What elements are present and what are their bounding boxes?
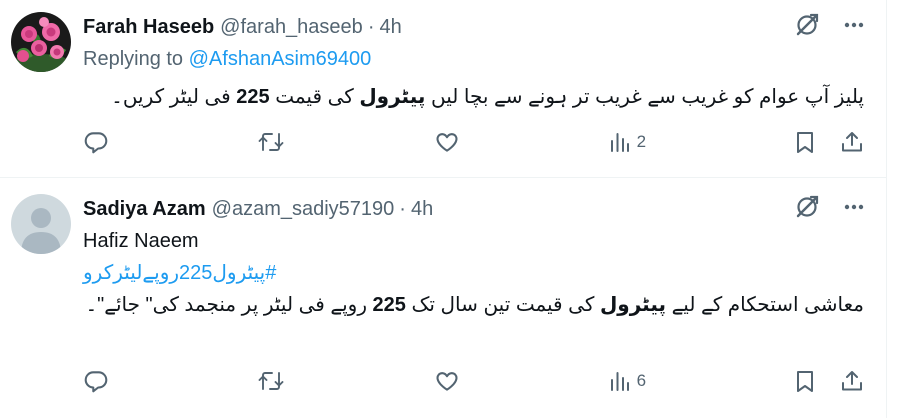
- reply-icon: [84, 371, 108, 393]
- views-count: 6: [636, 371, 647, 390]
- like-icon: [436, 372, 458, 391]
- views-icon: [610, 133, 629, 152]
- avatar[interactable]: [11, 12, 71, 72]
- user-handle[interactable]: @farah_haseeb: [220, 16, 363, 39]
- roses-avatar-icon: [11, 12, 71, 72]
- more-icon[interactable]: [842, 13, 866, 37]
- replying-to: Replying to @AfshanAsim69400: [83, 48, 371, 71]
- share-icon: [841, 132, 862, 152]
- separator-dot: ·: [399, 197, 406, 220]
- bold-keyword: پیٹرول: [599, 294, 667, 316]
- column-divider: [886, 0, 887, 418]
- separator-dot: ·: [367, 15, 375, 38]
- reply-button[interactable]: [83, 368, 109, 394]
- retweet-icon: [258, 372, 284, 390]
- bold-keyword: پیٹرول: [359, 86, 426, 108]
- display-name[interactable]: Farah Haseeb: [83, 16, 214, 39]
- share-button[interactable]: [840, 129, 864, 155]
- tweet-text-line: Hafiz Naeem: [83, 230, 199, 252]
- tweet-header: Sadiya Azam @azam_sadiy57190 · 4h: [83, 194, 866, 222]
- bold-number: 225: [372, 294, 406, 316]
- reply-icon: [84, 132, 108, 154]
- bookmark-button[interactable]: [794, 129, 816, 155]
- tweet-text: معاشی استحکام کے لیے پیٹرول کی قیمت تین …: [83, 288, 864, 322]
- share-icon: [841, 371, 862, 391]
- text-segment: کی قیمت: [269, 86, 360, 108]
- like-button[interactable]: [433, 368, 461, 394]
- avatar[interactable]: [11, 194, 71, 254]
- tweet-reply[interactable]: Farah Haseeb @farah_haseeb · 4h Replying…: [0, 0, 886, 178]
- action-bar: 2: [83, 127, 864, 157]
- retweet-icon: [258, 133, 284, 151]
- like-button[interactable]: [433, 129, 461, 155]
- text-segment: معاشی استحکام کے لیے: [666, 294, 864, 316]
- retweet-button[interactable]: [257, 129, 285, 155]
- default-avatar-icon: [11, 194, 71, 254]
- retweet-button[interactable]: [257, 368, 285, 394]
- like-icon: [436, 133, 458, 152]
- views-count: 2: [636, 132, 647, 151]
- action-bar: 6: [83, 366, 864, 396]
- tweet-text: پلیز آپ عوام کو غریب سے غریب تر ہونے سے …: [83, 80, 864, 114]
- replying-prefix: Replying to: [83, 48, 184, 70]
- tweet-reply[interactable]: Sadiya Azam @azam_sadiy57190 · 4h Hafiz …: [0, 178, 886, 418]
- reply-button[interactable]: [83, 129, 109, 155]
- share-button[interactable]: [840, 368, 864, 394]
- grok-strike-icon[interactable]: [794, 194, 820, 220]
- hashtag-link[interactable]: #پیٹرول225روپےلیٹرکرو: [83, 260, 276, 285]
- text-segment: روپے فی لیٹر پر منجمد کی" جائے"۔: [85, 294, 373, 316]
- bold-number: 225: [236, 86, 270, 108]
- text-segment: پلیز آپ عوام کو غریب سے غریب تر ہونے سے …: [425, 86, 864, 108]
- grok-strike-icon[interactable]: [794, 12, 820, 38]
- timestamp[interactable]: 4h: [411, 198, 433, 221]
- user-handle[interactable]: @azam_sadiy57190: [212, 198, 395, 221]
- bookmark-button[interactable]: [794, 368, 816, 394]
- views-button[interactable]: 6: [609, 370, 646, 392]
- more-icon[interactable]: [842, 195, 866, 219]
- text-segment: فی لیٹر کریں۔: [111, 86, 237, 108]
- views-icon: [610, 372, 629, 391]
- display-name[interactable]: Sadiya Azam: [83, 198, 206, 221]
- tweet-header: Farah Haseeb @farah_haseeb · 4h: [83, 12, 866, 40]
- timestamp[interactable]: 4h: [379, 16, 401, 39]
- views-button[interactable]: 2: [609, 131, 646, 153]
- mention-link[interactable]: @AfshanAsim69400: [189, 48, 372, 70]
- bookmark-icon: [796, 371, 813, 392]
- bookmark-icon: [796, 132, 813, 153]
- text-segment: کی قیمت تین سال تک: [405, 294, 600, 316]
